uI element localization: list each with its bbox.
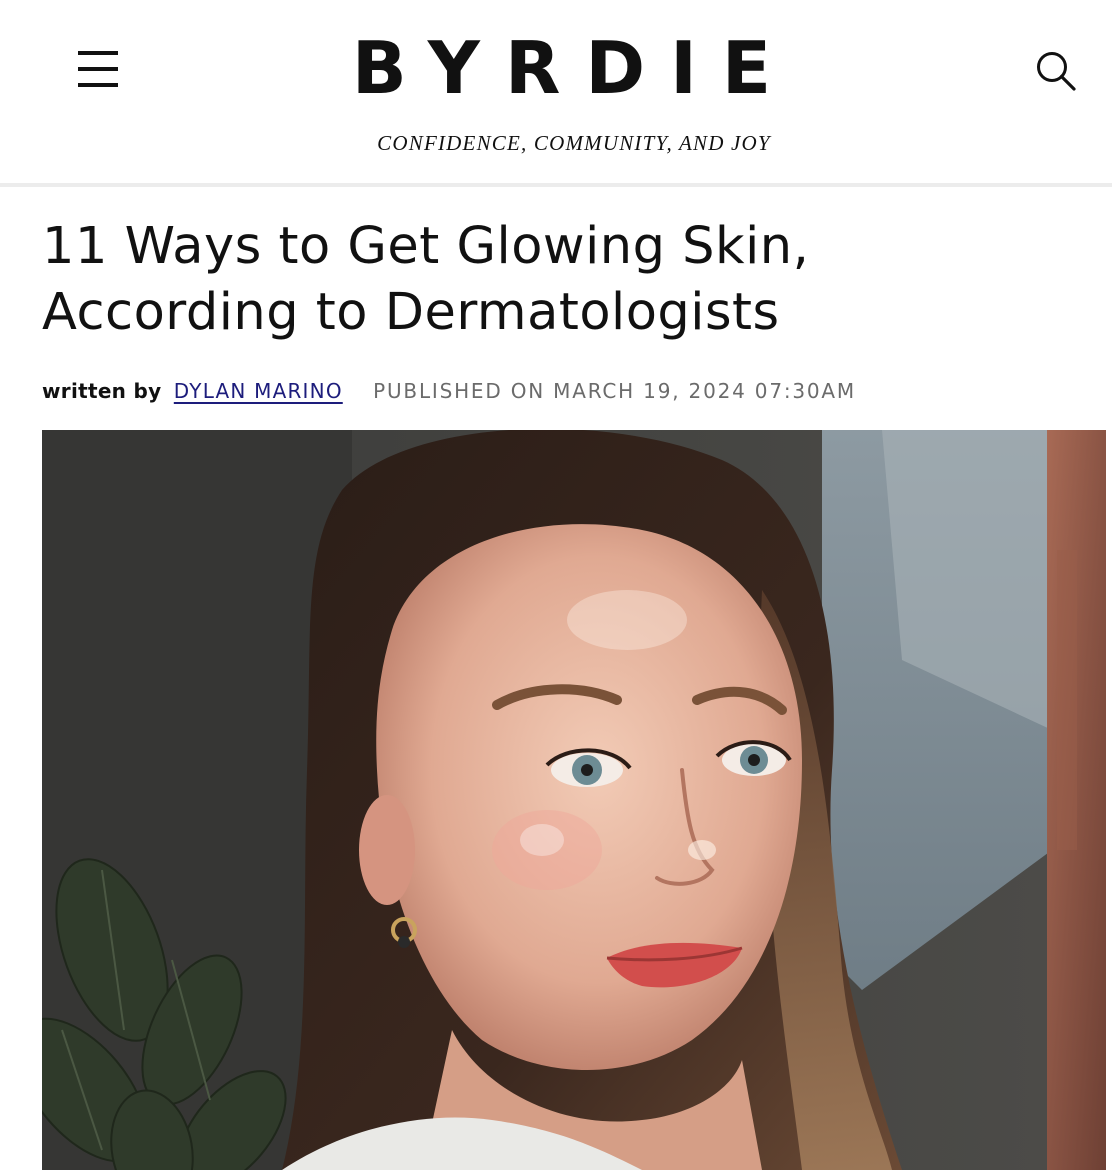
site-header: BYRDIE CONFIDENCE, COMMUNITY, AND JOY [0, 0, 1112, 184]
article-title-line-1: 11 Ways to Get Glowing Skin, [42, 217, 810, 276]
byline: written by DYLAN MARINO PUBLISHED ON MAR… [42, 376, 1092, 406]
search-button[interactable] [1030, 46, 1082, 96]
article-title: 11 Ways to Get Glowing Skin, According t… [42, 214, 1042, 346]
header-divider [0, 183, 1112, 187]
site-tagline: CONFIDENCE, COMMUNITY, AND JOY [377, 131, 771, 155]
article-title-line-2: According to Dermatologists [42, 283, 780, 342]
author-link[interactable]: DYLAN MARINO [174, 379, 343, 403]
site-logo[interactable]: BYRDIE [0, 30, 1112, 106]
published-date: PUBLISHED ON MARCH 19, 2024 07:30AM [373, 379, 856, 403]
byline-prefix: written by [42, 379, 162, 403]
search-icon [1037, 52, 1076, 91]
hero-image [42, 430, 1106, 1170]
